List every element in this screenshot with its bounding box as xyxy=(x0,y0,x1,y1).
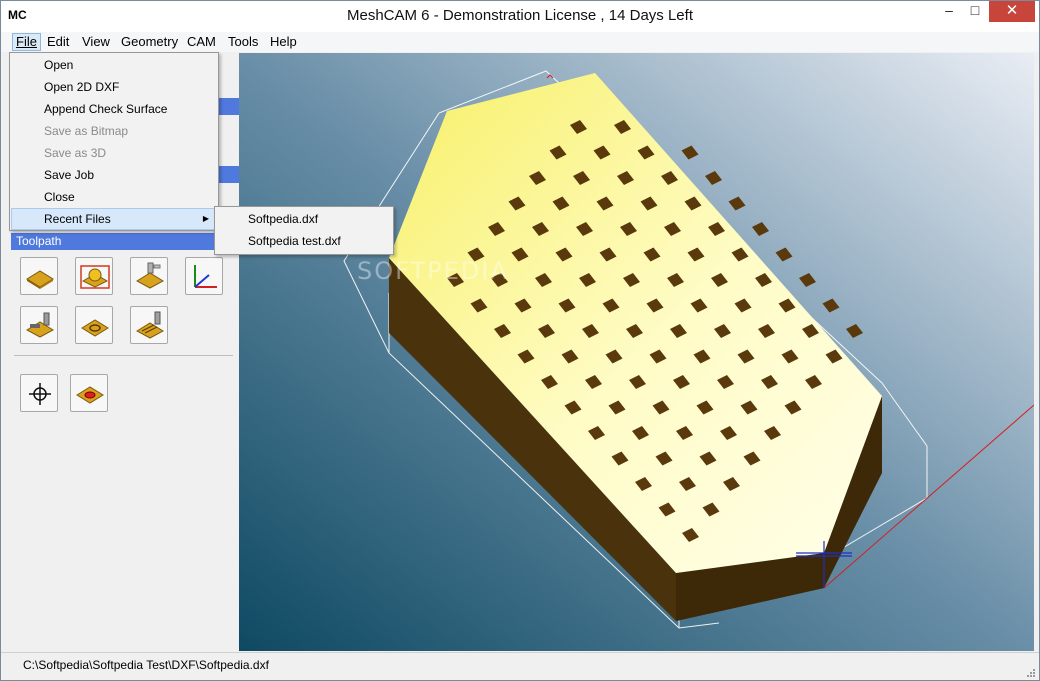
status-path: C:\Softpedia\Softpedia Test\DXF\Softpedi… xyxy=(23,658,269,672)
menu-save-as-bitmap: Save as Bitmap xyxy=(44,124,129,138)
recent-files-submenu: Softpedia.dxf Softpedia test.dxf xyxy=(214,206,394,255)
menu-save-as-3d: Save as 3D xyxy=(44,146,107,160)
menu-help[interactable]: Help xyxy=(267,33,300,51)
toolbar-divider xyxy=(14,355,233,356)
resize-grip-icon[interactable] xyxy=(1025,667,1035,677)
crosshair-icon[interactable] xyxy=(20,374,58,412)
menu-recent-files-label: Recent Files xyxy=(44,212,111,226)
minimize-button[interactable]: – xyxy=(936,1,962,22)
raster-tool-icon[interactable] xyxy=(130,306,168,344)
menu-file-label: File xyxy=(16,34,37,49)
menu-cam[interactable]: CAM xyxy=(184,33,219,51)
menu-file[interactable]: File xyxy=(12,33,41,51)
drill-icon[interactable] xyxy=(20,306,58,344)
menu-close[interactable]: Close xyxy=(11,186,217,208)
menu-save-job[interactable]: Save Job xyxy=(11,164,217,186)
waterline-icon[interactable] xyxy=(20,257,58,295)
finish-tool-icon[interactable] xyxy=(130,257,168,295)
menu-geometry[interactable]: Geometry xyxy=(118,33,181,51)
window-title: MeshCAM 6 - Demonstration License , 14 D… xyxy=(347,7,693,24)
menu-edit[interactable]: Edit xyxy=(44,33,72,51)
maximize-button[interactable]: □ xyxy=(962,1,988,22)
recent-file-item[interactable]: Softpedia.dxf xyxy=(216,208,392,230)
submenu-arrow-icon: ▶ xyxy=(202,214,209,223)
section-header-toolpath[interactable]: Toolpath xyxy=(11,233,239,250)
menu-open[interactable]: Open xyxy=(11,54,217,76)
menu-tools[interactable]: Tools xyxy=(225,33,261,51)
menu-open-2d-dxf[interactable]: Open 2D DXF xyxy=(11,76,217,98)
menu-recent-files[interactable]: Recent Files ▶ xyxy=(11,208,217,230)
axis-origin-icon[interactable] xyxy=(185,257,223,295)
title-bar: MC MeshCAM 6 - Demonstration License , 1… xyxy=(1,1,1039,32)
rough-sphere-icon[interactable] xyxy=(75,257,113,295)
app-window: MC MeshCAM 6 - Demonstration License , 1… xyxy=(0,0,1040,681)
softpedia-watermark: SOFTPEDIA xyxy=(357,257,509,285)
recent-file-item[interactable]: Softpedia test.dxf xyxy=(216,230,392,252)
region-icon[interactable] xyxy=(70,374,108,412)
menu-bar: File Edit View Geometry CAM Tools Help xyxy=(1,32,1039,52)
menu-view[interactable]: View xyxy=(79,33,113,51)
close-button[interactable]: ✕ xyxy=(989,1,1035,22)
status-bar: C:\Softpedia\Softpedia Test\DXF\Softpedi… xyxy=(1,652,1039,680)
file-menu-dropdown: Open Open 2D DXF Append Check Surface Sa… xyxy=(9,52,219,231)
3d-viewport[interactable]: SOFTPEDIA xyxy=(239,53,1035,651)
menu-append-check-surface[interactable]: Append Check Surface xyxy=(11,98,217,120)
pencil-tool-icon[interactable] xyxy=(75,306,113,344)
